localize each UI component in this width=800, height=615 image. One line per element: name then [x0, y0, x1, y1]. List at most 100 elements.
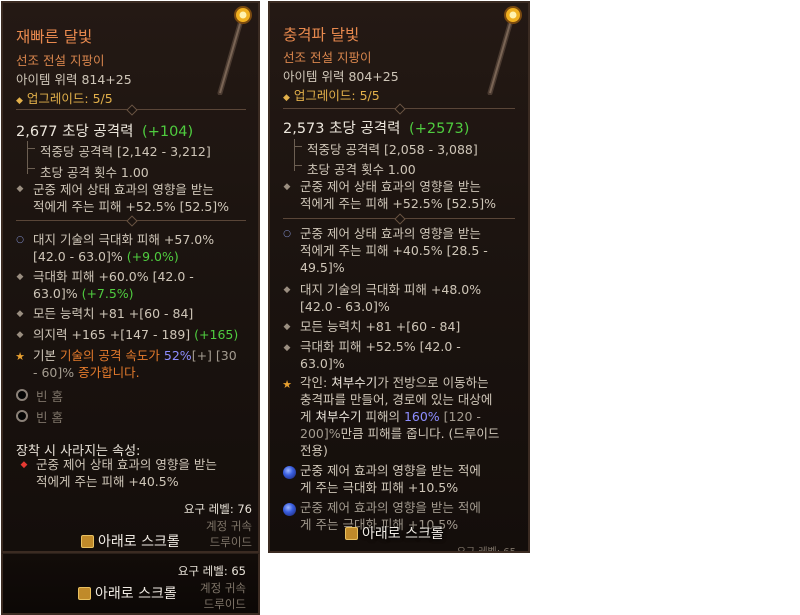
scroll-down-label: 아래로 스크롤 — [95, 586, 177, 602]
aspect-line-5: 전용) — [300, 443, 328, 458]
affix-4-line-1: 극대화 피해 +52.5% [42.0 - — [300, 339, 461, 354]
attacks-per-second: 초당 공격 횟수 1.00 — [307, 162, 416, 177]
class-requirement: 드루이드 — [203, 597, 246, 611]
aspect-range: [+] [30 — [191, 348, 237, 363]
aspect-part-2: 기술의 공격 속도가 — [59, 348, 164, 363]
keybind-icon — [78, 587, 91, 600]
divider — [283, 218, 515, 219]
implicit-line-1: 군중 제어 상태 효과의 영향을 받는 — [300, 179, 481, 194]
aspect-line-1: 가 전방으로 이동하는 — [377, 375, 489, 390]
aspect-part-3: 증가합니다. — [78, 365, 140, 380]
affix-1: 군중 제어 상태 효과의 영향을 받는 적에게 주는 피해 +40.5% [28… — [300, 225, 488, 276]
affix-1: 대지 기술의 극대화 피해 +57.0% [42.0 - 63.0]% (+9.… — [33, 231, 214, 265]
affix-4: 의지력 +165 +[147 - 189] (+165) — [33, 326, 238, 343]
attacks-per-second: 초당 공격 횟수 1.00 — [40, 165, 149, 180]
item-power: 아이템 위력 804+25 — [283, 69, 399, 84]
divider — [16, 220, 246, 221]
legendary-aspect: 각인: 쳐부수기 가 전방으로 이동하는 충격파를 만들어, 경로에 있는 대상에… — [300, 374, 499, 459]
item-name: 충격파 달빛 — [283, 26, 360, 44]
aspect-line-4: 만큼 피해를 줍니다. (드루이드 — [340, 426, 500, 441]
scroll-down-button[interactable]: 아래로 스크롤 — [81, 531, 180, 551]
item-name: 재빠른 달빛 — [16, 28, 93, 46]
aspect-value: 52% — [163, 348, 192, 363]
dps-line: 2,677 초당 공격력 (+104) — [16, 120, 193, 141]
affix-2-delta: (+7.5%) — [81, 286, 134, 301]
affix-1-line-2: [42.0 - 63.0]% — [33, 249, 127, 264]
affix-3-line-1: 모든 능력치 +81 +[60 - 84] — [300, 319, 461, 334]
implicit-bullet-icon: ◆ — [16, 184, 24, 194]
upgrade-diamond-icon: ◆ — [16, 96, 23, 106]
implicit-affix: 군중 제어 상태 효과의 영향을 받는 적에게 주는 피해 +52.5% [52… — [33, 181, 229, 215]
aspect-value: 160% — [403, 409, 440, 424]
aspect-skill-2: 쳐부수기 — [315, 409, 362, 424]
affix-2: 극대화 피해 +60.0% [42.0 - 63.0]% (+7.5%) — [33, 268, 194, 302]
damage-per-hit: 적중당 공격력 [2,142 - 3,212] — [40, 144, 211, 159]
upgrade-diamond-icon: ◆ — [283, 93, 290, 103]
affix-2-line-2: 63.0]% — [33, 286, 82, 301]
sapphire-gem-icon — [283, 466, 296, 479]
aspect-line-3c: 피해의 — [361, 409, 404, 424]
socket-1-label: 빈 홈 — [36, 389, 63, 404]
affix-bullet-icon: ◆ — [16, 309, 24, 319]
scroll-down-button[interactable]: 아래로 스크롤 — [345, 523, 444, 543]
dps-value: 2,573 초당 공격력 — [283, 121, 401, 137]
affix-2-line-1: 대지 기술의 극대화 피해 +48.0% — [300, 282, 482, 297]
gem-1-line-2: 게 주는 극대화 피해 +10.5% — [300, 480, 459, 495]
affix-1-line-3: 49.5]% — [300, 260, 345, 275]
affix-2-line-2: [42.0 - 63.0]% — [300, 299, 390, 314]
divider — [16, 109, 246, 110]
aspect-part-1: 기본 — [33, 348, 60, 363]
account-bound: 계정 귀속 — [206, 519, 252, 533]
legendary-aspect-icon: ★ — [282, 378, 292, 391]
affix-1-delta: (+9.0%) — [126, 249, 179, 264]
affix-bullet-icon: ◆ — [283, 322, 291, 332]
item-tooltip-footer: 요구 레벨: 65 계정 귀속 드루이드 아래로 스크롤 — [1, 553, 260, 615]
affix-3-line-1: 모든 능력치 +81 +[60 - 84] — [33, 306, 194, 321]
affix-2: 대지 기술의 극대화 피해 +48.0% [42.0 - 63.0]% — [300, 281, 481, 315]
implicit-line-2: 적에게 주는 피해 +52.5% [52.5]% — [33, 199, 230, 214]
gem-1-line-1: 군중 제어 효과의 영향을 받는 적에 — [300, 463, 481, 478]
account-bound: 계정 귀속 — [200, 581, 246, 595]
affix-4-delta: (+165) — [194, 327, 239, 342]
lost-affix-line-2: 적에게 주는 피해 +40.5% — [36, 474, 179, 489]
affix-3: 모든 능력치 +81 +[60 - 84] — [33, 305, 193, 322]
affix-2-line-1: 극대화 피해 +60.0% [42.0 - — [33, 269, 194, 284]
affix-bullet-icon: ◆ — [16, 272, 24, 282]
staff-icon — [487, 6, 522, 95]
required-level-partial: 요구 레벨: 65 — [456, 547, 516, 553]
affix-bullet-icon: ◆ — [283, 285, 291, 295]
aspect-prefix: 각인: — [300, 375, 332, 390]
lost-affix-bullet-icon: ◆ — [20, 460, 28, 470]
implicit-line-1: 군중 제어 상태 효과의 영향을 받는 — [33, 182, 214, 197]
dps-value: 2,677 초당 공격력 — [16, 124, 134, 140]
aspect-range-end: 200]% — [300, 426, 341, 441]
lost-affix-line-1: 군중 제어 상태 효과의 영향을 받는 — [36, 457, 217, 472]
keybind-icon — [345, 527, 358, 540]
damage-per-hit: 적중당 공격력 [2,058 - 3,088] — [307, 142, 478, 157]
upgrades-line: ◆ 업그레이드: 5/5 — [16, 88, 113, 107]
lost-affix: 군중 제어 상태 효과의 영향을 받는 적에게 주는 피해 +40.5% — [36, 456, 217, 490]
scroll-down-button[interactable]: 아래로 스크롤 — [78, 583, 177, 603]
item-tooltip-left: 재빠른 달빛 선조 전설 지팡이 아이템 위력 814+25 ◆ 업그레이드: … — [1, 1, 260, 553]
class-requirement: 드루이드 — [209, 535, 252, 549]
affix-bullet-icon: ◆ — [16, 330, 24, 340]
aspect-range: [120 - — [439, 409, 481, 424]
affix-bullet-icon: ◆ — [283, 343, 291, 353]
affix-4-line-1: 의지력 +165 +[147 - 189] — [33, 327, 195, 342]
dps-delta: (+104) — [142, 124, 194, 140]
item-power: 아이템 위력 814+25 — [16, 72, 132, 87]
scroll-down-label: 아래로 스크롤 — [362, 526, 444, 542]
aspect-line-2: 충격파를 만들어, 경로에 있는 대상에 — [300, 392, 493, 407]
legendary-aspect-icon: ★ — [15, 350, 25, 363]
implicit-bullet-icon: ◆ — [283, 182, 291, 192]
greater-affix-icon: ○ — [16, 235, 24, 245]
dps-delta: (+2573) — [409, 121, 470, 137]
affix-3: 모든 능력치 +81 +[60 - 84] — [300, 318, 460, 335]
aspect-range-end: - 60]% — [33, 365, 79, 380]
required-level: 요구 레벨: 65 — [177, 564, 246, 578]
stat-tree-icon — [27, 141, 36, 174]
affix-1-line-1: 군중 제어 상태 효과의 영향을 받는 — [300, 226, 481, 241]
upgrades-text: 업그레이드: 5/5 — [26, 91, 113, 106]
empty-socket-icon — [16, 410, 28, 422]
staff-icon — [217, 6, 252, 95]
